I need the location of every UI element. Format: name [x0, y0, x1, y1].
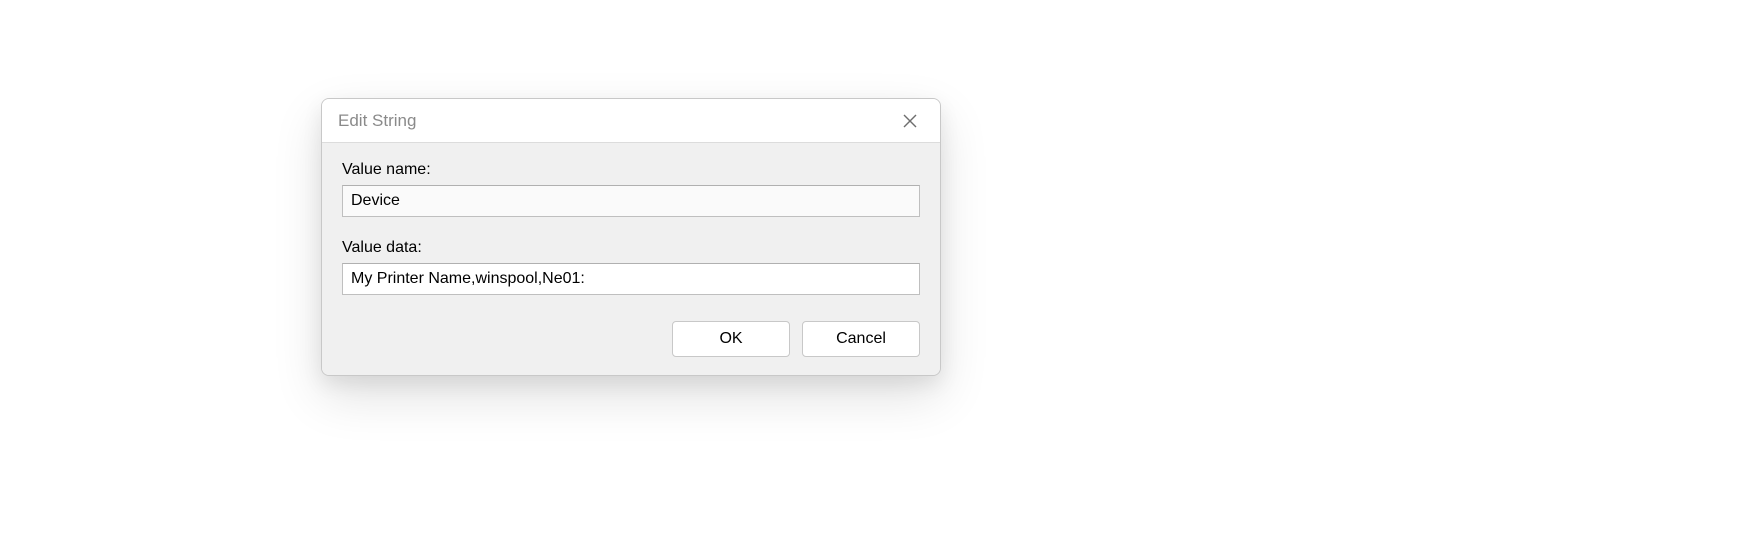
value-name-field[interactable] [342, 185, 920, 217]
ok-button[interactable]: OK [672, 321, 790, 357]
close-icon [903, 114, 917, 128]
cancel-button[interactable]: Cancel [802, 321, 920, 357]
close-button[interactable] [894, 105, 926, 137]
edit-string-dialog: Edit String Value name: Value data: OK C… [321, 98, 941, 376]
value-name-label: Value name: [342, 161, 920, 179]
value-name-group: Value name: [342, 161, 920, 217]
value-data-group: Value data: [342, 239, 920, 295]
dialog-titlebar: Edit String [322, 99, 940, 143]
value-data-label: Value data: [342, 239, 920, 257]
dialog-content: Value name: Value data: OK Cancel [322, 143, 940, 375]
dialog-buttons: OK Cancel [342, 317, 920, 357]
value-data-field[interactable] [342, 263, 920, 295]
dialog-title: Edit String [338, 111, 416, 131]
